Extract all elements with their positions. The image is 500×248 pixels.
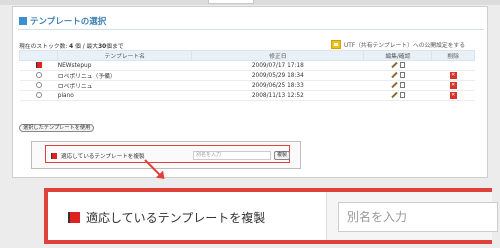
row-select-cell [19,80,58,91]
title-divider [18,29,484,30]
table-row: ロペポリニュ 2009/06/25 18:33 ✕ [19,80,475,91]
template-name: ロペポリニュ（予備） [57,70,192,81]
select-radio[interactable] [35,82,42,89]
preview-doc-icon[interactable] [399,62,405,69]
zoomed-copy-label: 適応しているテンプレートを複製 [68,206,336,228]
table-row: NEWstepup 2009/07/17 17:18 [19,60,475,71]
template-name: ロペポリニュ [57,80,192,91]
row-select-cell [19,90,58,101]
header-delete: 削除 [431,50,475,61]
copy-name-input[interactable]: 別名を入力 [193,151,271,160]
edit-pencil-icon[interactable] [391,92,398,99]
modified-date: 2008/11/13 12:52 [191,90,364,101]
header-modified-date: 修正日 [191,50,365,61]
zoomed-copy-label-text: 適応しているテンプレートを複製 [86,210,266,225]
modified-date: 2009/07/17 17:18 [191,60,364,71]
preview-doc-icon[interactable] [399,72,405,79]
utf-publish-label[interactable]: UTF（共有テンプレート）への公開設定をする [344,40,465,49]
preview-doc-icon[interactable] [399,82,405,89]
section-marker-icon [19,17,27,25]
template-select-panel: テンプレートの選択 現在のストック数: 4 個 / 最大30個まで UTF（共有… [12,6,488,178]
edit-pencil-icon[interactable] [391,72,398,79]
row-edit-cell [363,70,432,81]
row-select-cell [19,70,58,81]
section-title-text: テンプレートの選択 [30,17,107,27]
copy-label: 適応しているテンプレートを複製 [51,152,145,160]
copy-button[interactable]: 複製 [274,151,291,160]
header-select [18,50,59,61]
row-delete-cell: ✕ [431,90,475,101]
copy-flag-icon [51,153,57,159]
top-strip [0,0,500,5]
modified-date: 2009/05/29 18:34 [191,70,364,81]
row-delete-cell [431,60,475,71]
preview-doc-icon[interactable] [399,92,405,99]
zoomed-callout: 適応しているテンプレートを複製 別名を入力 [44,188,498,244]
header-template-name: テンプレート名 [57,50,193,61]
row-edit-cell [363,80,432,91]
use-template-button[interactable]: 選択したテンプレートを使用 [19,124,95,132]
table-header-row: テンプレート名 修正日 編集/確認 削除 [18,50,475,61]
edit-pencil-icon[interactable] [391,62,398,69]
template-table: テンプレート名 修正日 編集/確認 削除 NEWstepup 2009/07/1… [18,50,475,101]
modified-date: 2009/06/25 18:33 [191,80,364,91]
row-select-cell [19,60,58,71]
copy-label-text: 適応しているテンプレートを複製 [61,154,145,160]
utf-share-icon [331,40,341,49]
template-name: piano [57,90,192,101]
table-row: ロペポリニュ（予備） 2009/05/29 18:34 ✕ [19,70,475,81]
row-delete-cell: ✕ [431,80,475,91]
table-row: piano 2008/11/13 12:52 ✕ [19,90,475,101]
stock-count: 現在のストック数: 4 個 / 最大30個まで [19,41,124,50]
copy-template-box: 適応しているテンプレートを複製 別名を入力 複製 [31,141,301,169]
row-edit-cell [363,60,432,71]
section-title: テンプレートの選択 [19,15,106,27]
zoomed-flag-icon [68,211,80,223]
edit-pencil-icon[interactable] [391,82,398,89]
select-radio[interactable] [35,72,42,79]
template-name: NEWstepup [57,60,192,71]
utf-publish-link[interactable]: UTF（共有テンプレート）への公開設定をする [331,40,465,49]
row-edit-cell [363,90,432,101]
zoomed-name-input[interactable]: 別名を入力 [338,202,498,232]
delete-x-icon[interactable]: ✕ [449,72,457,79]
delete-x-icon[interactable]: ✕ [449,82,457,89]
header-edit: 編集/確認 [363,50,433,61]
active-flag-icon [35,62,42,69]
row-delete-cell: ✕ [431,70,475,81]
top-tab [208,0,254,4]
select-radio[interactable] [35,92,42,99]
delete-x-icon[interactable]: ✕ [449,92,457,99]
